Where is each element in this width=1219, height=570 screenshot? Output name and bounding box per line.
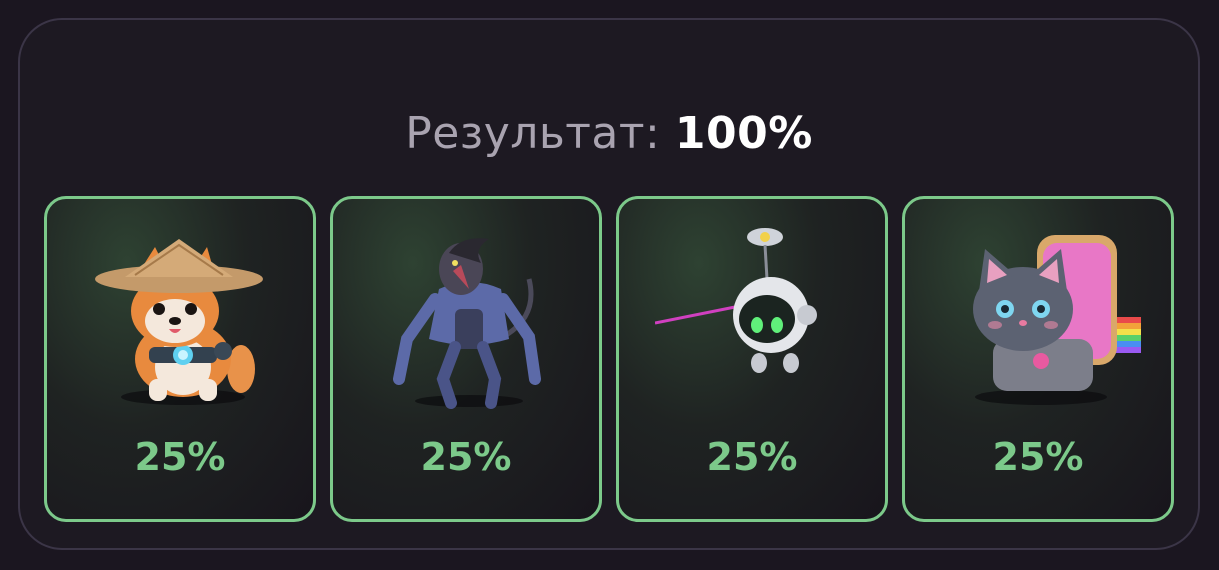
shiba-dog-image xyxy=(95,239,263,405)
character-card-cat[interactable]: 25% xyxy=(902,196,1174,522)
character-card-dog[interactable]: 25% xyxy=(44,196,316,522)
robot-werewolf-image xyxy=(393,238,541,409)
result-value: 100% xyxy=(674,108,813,159)
card-percent: 25% xyxy=(706,435,798,479)
character-card-robot[interactable]: 25% xyxy=(616,196,888,522)
robot-cat-image xyxy=(973,235,1141,405)
result-heading: Результат: 100% xyxy=(20,108,1198,159)
round-robot-image xyxy=(655,228,817,373)
card-percent: 25% xyxy=(134,435,226,479)
card-percent: 25% xyxy=(992,435,1084,479)
character-card-werewolf[interactable]: 25% xyxy=(330,196,602,522)
card-percent: 25% xyxy=(420,435,512,479)
result-label: Результат: xyxy=(405,108,661,159)
